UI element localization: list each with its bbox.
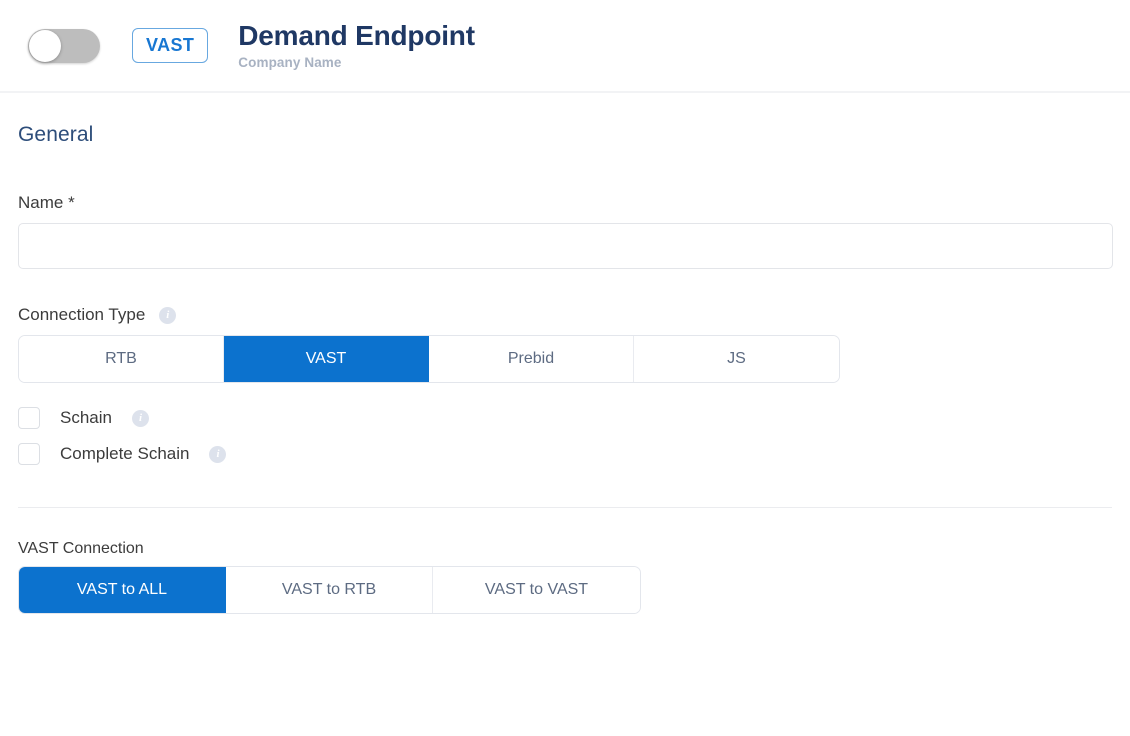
connection-type-option-js[interactable]: JS: [634, 336, 839, 382]
vast-connection-option-rtb[interactable]: VAST to RTB: [226, 567, 433, 613]
connection-type-label-text: Connection Type: [18, 305, 146, 324]
title-block: Demand Endpoint Company Name: [238, 19, 475, 71]
info-icon[interactable]: i: [131, 409, 149, 427]
connection-type-button-group[interactable]: RTB VAST Prebid JS: [18, 335, 840, 383]
complete-schain-checkbox[interactable]: [18, 443, 40, 465]
enabled-toggle[interactable]: [28, 28, 100, 63]
connection-type-label: Connection Type i: [18, 305, 1112, 325]
info-icon[interactable]: i: [209, 445, 227, 463]
endpoint-type-badge[interactable]: VAST: [132, 28, 209, 63]
schain-label: Schain: [60, 408, 112, 427]
section-title-general: General: [18, 123, 94, 146]
vast-connection-label: VAST Connection: [18, 540, 144, 557]
section-divider: [18, 507, 1112, 508]
vast-connection-option-vast[interactable]: VAST to VAST: [433, 567, 640, 613]
complete-schain-checkbox-row[interactable]: Complete Schain i: [18, 443, 1112, 465]
page-header: VAST Demand Endpoint Company Name: [0, 0, 1130, 93]
company-name-label: Company Name: [238, 55, 342, 71]
name-field-label: Name *: [18, 193, 1112, 213]
info-icon[interactable]: i: [159, 306, 177, 324]
form-content: General Name * Connection Type i RTB VAS…: [0, 123, 1130, 614]
connection-type-option-rtb[interactable]: RTB: [19, 336, 224, 382]
schain-checkbox[interactable]: [18, 407, 40, 429]
name-input[interactable]: [18, 223, 1113, 269]
vast-connection-option-all[interactable]: VAST to ALL: [19, 567, 226, 613]
complete-schain-label: Complete Schain: [60, 444, 190, 463]
connection-type-option-vast[interactable]: VAST: [224, 336, 429, 382]
page-title: Demand Endpoint: [238, 19, 475, 51]
vast-connection-button-group[interactable]: VAST to ALL VAST to RTB VAST to VAST: [18, 566, 641, 614]
toggle-knob: [29, 29, 61, 62]
name-label-text: Name *: [18, 193, 75, 212]
connection-type-option-prebid[interactable]: Prebid: [429, 336, 634, 382]
schain-checkbox-row[interactable]: Schain i: [18, 407, 1112, 429]
